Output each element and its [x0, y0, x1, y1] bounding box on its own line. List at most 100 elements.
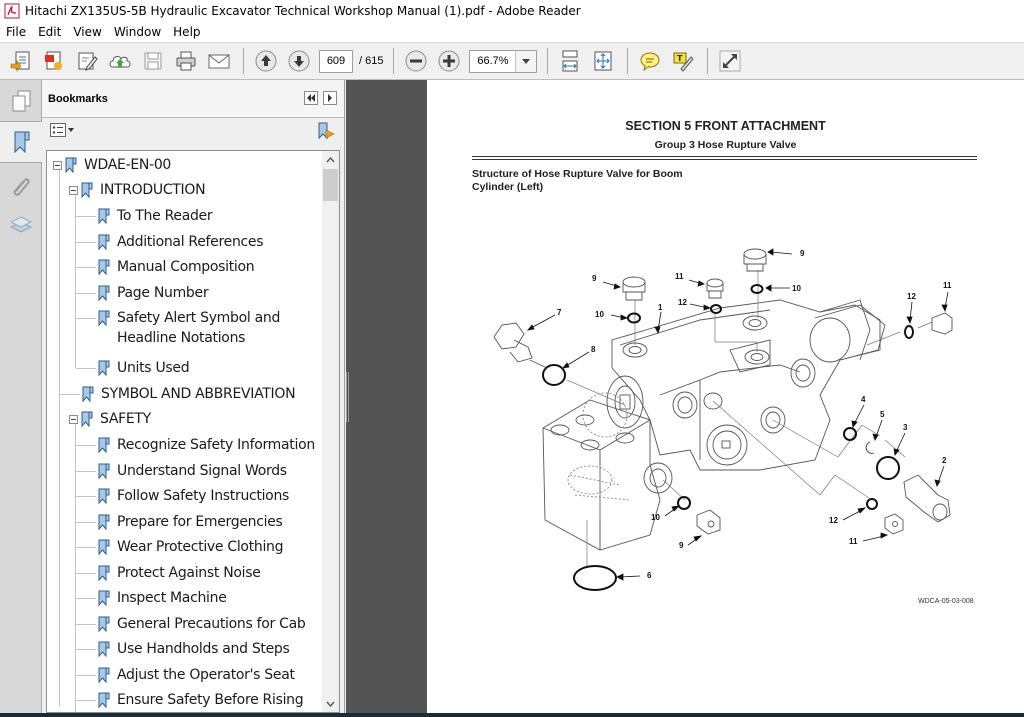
- bookmarks-panel-title: Bookmarks: [48, 92, 108, 105]
- double-chevron-left-icon: [307, 94, 315, 102]
- tree-connector: [76, 445, 96, 446]
- expand-icon: [719, 50, 741, 72]
- bookmark-item[interactable]: Recognize Safety Information: [97, 433, 315, 457]
- menu-edit[interactable]: Edit: [32, 25, 67, 39]
- callout-9: 9: [800, 249, 805, 258]
- bookmark-icon: [98, 437, 110, 453]
- relief-valve-2: [903, 474, 951, 523]
- plug-11-top: [706, 278, 724, 299]
- callout-1: 1: [658, 303, 663, 312]
- collapse-toggle[interactable]: [53, 160, 62, 170]
- zoom-dropdown-button[interactable]: [516, 50, 537, 72]
- email-icon: [208, 54, 230, 69]
- callout-3: 3: [903, 423, 908, 432]
- bookmark-item[interactable]: SAFETY: [69, 407, 151, 431]
- new-bookmark-button[interactable]: [317, 122, 335, 144]
- collapse-toggle[interactable]: [69, 185, 78, 195]
- tree-connector: [75, 421, 76, 712]
- bookmark-item[interactable]: INTRODUCTION: [69, 178, 206, 202]
- o-ring-8: [542, 364, 566, 386]
- bookmark-item[interactable]: Additional References: [97, 230, 264, 254]
- bookmark-item[interactable]: SYMBOL AND ABBREVIATION: [81, 382, 296, 406]
- email-button[interactable]: [206, 48, 232, 74]
- toolbar-separator: [707, 48, 709, 74]
- toolbar-separator: [243, 48, 244, 74]
- tree-connector: [76, 242, 96, 243]
- menu-window[interactable]: Window: [108, 25, 167, 39]
- tree-connector: [76, 598, 96, 599]
- bookmark-options-button[interactable]: [50, 123, 76, 137]
- zoom-in-button[interactable]: [436, 48, 462, 74]
- fill-sign-button[interactable]: T: [670, 48, 696, 74]
- fit-page-button[interactable]: [590, 48, 616, 74]
- create-pdf-button[interactable]: [8, 48, 34, 74]
- create-pdf-icon: [10, 51, 30, 72]
- plug-9-top-left: [622, 276, 646, 301]
- attachments-tab[interactable]: [0, 164, 42, 206]
- previous-page-button[interactable]: [253, 48, 279, 74]
- callout-12: 12: [907, 292, 916, 301]
- bookmarks-scrollbar[interactable]: [322, 151, 339, 712]
- callout-2: 2: [942, 456, 947, 465]
- zoom-level-select[interactable]: 66.7%: [469, 49, 538, 73]
- collapse-panel-button[interactable]: [304, 91, 318, 105]
- bookmark-icon: [98, 667, 110, 683]
- export-pdf-button[interactable]: [41, 48, 67, 74]
- menu-help[interactable]: Help: [167, 25, 206, 39]
- upload-cloud-button[interactable]: [107, 48, 133, 74]
- page-thumbnails-tab[interactable]: [0, 80, 42, 122]
- backup-ring-5: [865, 441, 875, 454]
- pages-icon: [12, 90, 31, 112]
- bookmark-item[interactable]: Ensure Safety Before Rising: [97, 688, 304, 712]
- callout-6: 6: [647, 571, 652, 580]
- save-button[interactable]: [140, 48, 166, 74]
- bookmark-icon: [98, 360, 110, 376]
- fill-sign-icon: T: [673, 52, 695, 72]
- chevron-up-icon: [326, 156, 335, 162]
- bookmarks-panel: Bookmarks WDAE-EN-00 INTRODUCTION To The…: [42, 80, 345, 717]
- scroll-up-button[interactable]: [322, 151, 339, 168]
- layers-tab[interactable]: [0, 204, 42, 246]
- bookmark-item[interactable]: Wear Protective Clothing: [97, 535, 284, 559]
- bookmarks-tab[interactable]: [0, 121, 43, 163]
- edit-pdf-button[interactable]: [74, 48, 100, 74]
- menu-view[interactable]: View: [67, 25, 107, 39]
- fit-width-icon: [562, 50, 578, 72]
- menu-file[interactable]: File: [0, 25, 32, 39]
- callout-10: 10: [595, 310, 604, 319]
- bookmark-item[interactable]: Adjust the Operator's Seat: [97, 663, 295, 687]
- bookmark-item[interactable]: Page Number: [97, 281, 209, 305]
- bookmark-item[interactable]: Units Used: [97, 356, 190, 380]
- bookmark-item[interactable]: Prepare for Emergencies: [97, 510, 283, 534]
- bookmark-item[interactable]: Protect Against Noise: [97, 561, 261, 585]
- comment-bubble-icon: [640, 52, 660, 72]
- bookmark-item[interactable]: To The Reader: [97, 204, 213, 228]
- bookmark-item[interactable]: Use Handholds and Steps: [97, 637, 290, 661]
- print-button[interactable]: [173, 48, 199, 74]
- scrollbar-thumb[interactable]: [323, 169, 338, 201]
- fit-page-icon: [594, 51, 612, 71]
- panel-splitter-handle[interactable]: [345, 372, 351, 422]
- next-page-button[interactable]: [286, 48, 312, 74]
- bookmark-item[interactable]: Follow Safety Instructions: [97, 484, 289, 508]
- bookmarks-toolbar: [42, 118, 344, 146]
- bookmark-item[interactable]: WDAE-EN-00: [53, 153, 171, 177]
- bookmark-item[interactable]: Inspect Machine: [97, 586, 227, 610]
- scroll-down-button[interactable]: [322, 695, 339, 712]
- collapse-toggle[interactable]: [69, 414, 78, 424]
- bookmark-item[interactable]: Manual Composition: [97, 255, 255, 279]
- expand-panel-button[interactable]: [323, 91, 337, 105]
- zoom-level-value[interactable]: 66.7%: [470, 50, 517, 72]
- bookmark-item[interactable]: Understand Signal Words: [97, 459, 287, 483]
- chevron-down-icon: [522, 58, 531, 64]
- comment-button[interactable]: [637, 48, 663, 74]
- zoom-out-button[interactable]: [403, 48, 429, 74]
- scroll-mode-button[interactable]: [557, 48, 583, 74]
- bookmark-item-continuation[interactable]: Headline Notations: [117, 326, 245, 350]
- bookmark-item[interactable]: General Precautions for Cab: [97, 612, 306, 636]
- callout-8: 8: [591, 345, 596, 354]
- plug-11-bottom: [884, 513, 904, 535]
- export-pdf-icon: [45, 51, 62, 70]
- full-screen-button[interactable]: [717, 48, 743, 74]
- page-number-input[interactable]: 609: [319, 49, 353, 73]
